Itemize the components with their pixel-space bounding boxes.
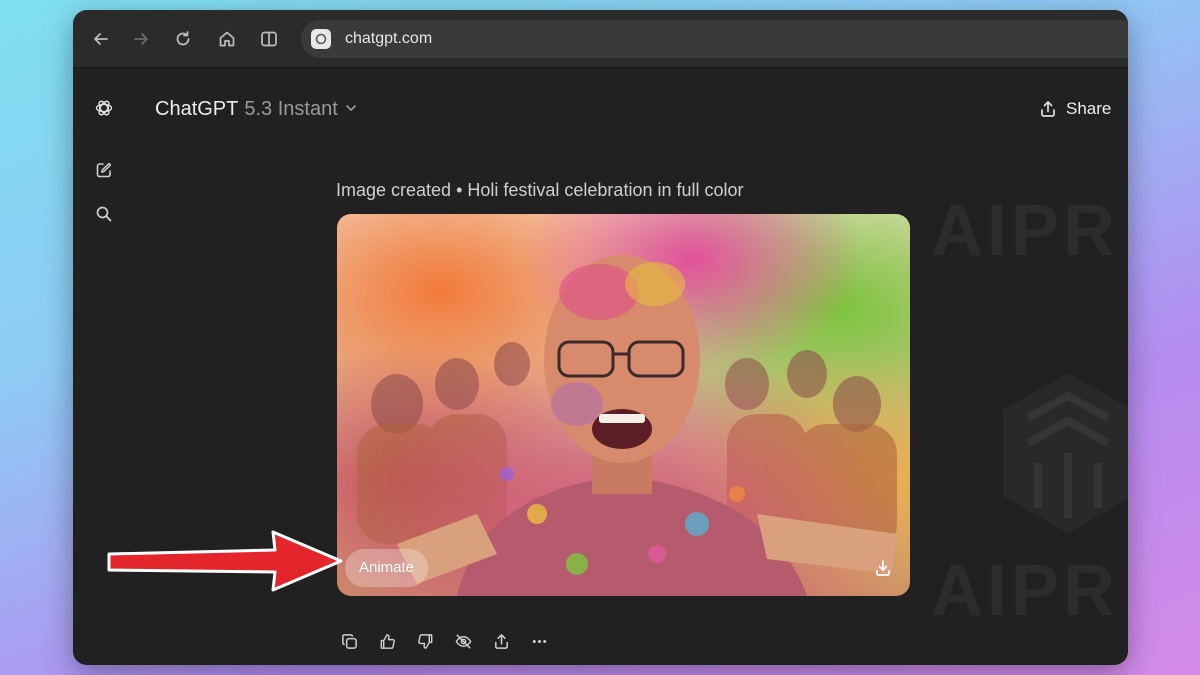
- back-icon: [94, 33, 108, 45]
- search-button[interactable]: [91, 201, 117, 227]
- copy-button[interactable]: [336, 628, 362, 654]
- home-button[interactable]: [215, 27, 239, 51]
- hide-button[interactable]: [450, 628, 476, 654]
- split-view-icon: [261, 31, 277, 47]
- browser-toolbar: chatgpt.com: [73, 10, 1128, 68]
- watermark-text: AIPR: [931, 551, 1120, 631]
- model-picker[interactable]: ChatGPT 5.3 Instant: [155, 96, 358, 122]
- address-bar[interactable]: chatgpt.com: [301, 20, 1128, 58]
- animate-button[interactable]: Animate: [345, 549, 429, 587]
- back-button[interactable]: [89, 27, 113, 51]
- image-caption: Image created • Holi festival celebratio…: [336, 180, 744, 200]
- share-icon: [1041, 101, 1055, 117]
- share-button[interactable]: Share: [1038, 96, 1111, 122]
- model-version: 5.3 Instant: [244, 97, 338, 120]
- watermark-logo: [1003, 373, 1128, 533]
- holi-photo: [337, 214, 910, 596]
- more-button[interactable]: [526, 628, 552, 654]
- download-button[interactable]: [868, 553, 898, 583]
- thumbs-down-button[interactable]: [412, 628, 438, 654]
- model-name: ChatGPT: [155, 97, 239, 120]
- thumbs-up-icon: [380, 633, 395, 649]
- search-icon: [96, 206, 112, 222]
- chatgpt-logo-icon: [95, 100, 113, 116]
- new-chat-button[interactable]: [91, 157, 117, 183]
- chevron-down-icon: [344, 98, 358, 121]
- generated-image[interactable]: Animate: [337, 214, 910, 596]
- url-text: chatgpt.com: [345, 30, 433, 47]
- chatgpt-logo-button[interactable]: [91, 95, 117, 121]
- thumbs-down-icon: [417, 633, 432, 649]
- download-icon: [876, 560, 890, 576]
- share-label: Share: [1066, 99, 1112, 118]
- reload-button[interactable]: [171, 27, 195, 51]
- site-icon: [311, 29, 331, 49]
- split-view-button[interactable]: [257, 27, 281, 51]
- copy-icon: [341, 633, 357, 649]
- reload-icon: [176, 31, 190, 46]
- annotation-arrow-icon: [107, 530, 343, 592]
- message-actions: [336, 628, 552, 656]
- new-chat-icon: [96, 162, 112, 178]
- forward-icon: [134, 33, 148, 45]
- more-icon: [532, 639, 546, 643]
- home-icon: [219, 31, 235, 47]
- hide-icon: [455, 634, 471, 648]
- forward-button[interactable]: [129, 27, 153, 51]
- thumbs-up-button[interactable]: [374, 628, 400, 654]
- share-icon: [494, 633, 508, 649]
- share-message-button[interactable]: [488, 628, 514, 654]
- watermark-text: AIPR: [931, 191, 1120, 271]
